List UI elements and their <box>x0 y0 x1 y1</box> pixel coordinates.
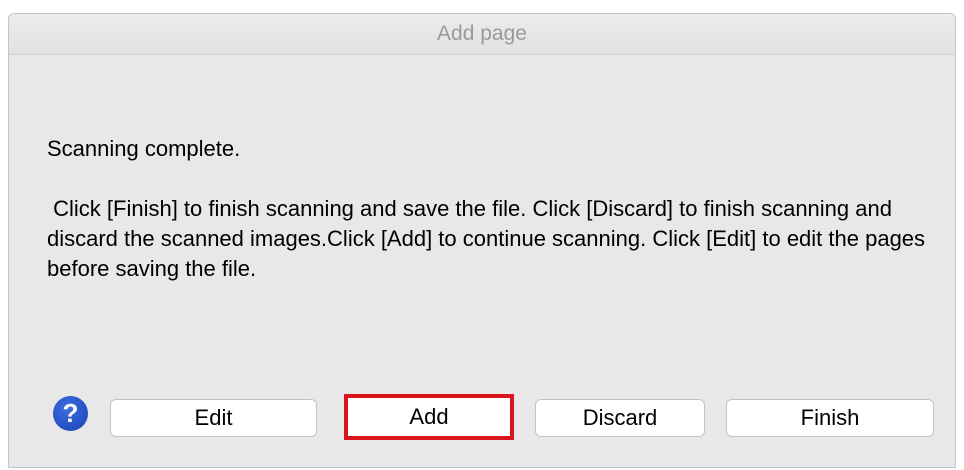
dialog-titlebar[interactable]: Add page <box>9 14 955 55</box>
discard-button[interactable]: Discard <box>535 399 705 437</box>
add-page-dialog: Add page Scanning complete. Click [Finis… <box>8 13 956 468</box>
question-mark-icon: ? <box>62 398 79 428</box>
status-message: Scanning complete. Click [Finish] to fin… <box>47 104 937 314</box>
edit-button[interactable]: Edit <box>110 399 317 437</box>
help-button[interactable]: ? <box>53 396 88 431</box>
add-button[interactable]: Add <box>344 394 514 440</box>
message-line-instructions: Click [Finish] to finish scanning and sa… <box>47 196 932 281</box>
finish-button[interactable]: Finish <box>726 399 934 437</box>
dialog-title: Add page <box>437 22 527 45</box>
message-line-complete: Scanning complete. <box>47 136 241 161</box>
